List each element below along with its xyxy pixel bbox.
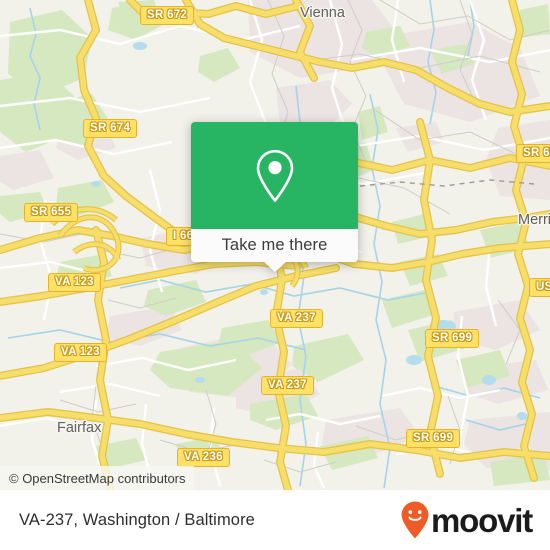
road-shield[interactable]: VA 123 <box>54 343 107 362</box>
moovit-smiley-pin-icon <box>401 501 429 539</box>
road-shield[interactable]: US <box>529 278 550 297</box>
road-shield[interactable]: SR 674 <box>83 119 138 138</box>
page-title: VA-237, Washington / Baltimore <box>19 510 255 529</box>
callout-pointer <box>263 261 287 272</box>
road-shield[interactable]: VA 237 <box>270 309 323 328</box>
road-shield[interactable]: SR 672 <box>140 6 195 25</box>
take-me-there-label: Take me there <box>221 236 328 254</box>
place-label-merrifield: Merri <box>518 212 550 228</box>
road-shield[interactable]: VA 123 <box>48 273 101 292</box>
callout-action[interactable]: Take me there <box>191 229 358 262</box>
moovit-brand[interactable]: moovit <box>400 500 533 540</box>
map-attribution: © OpenStreetMap contributors <box>0 466 194 490</box>
moovit-wordmark: moovit <box>431 501 533 539</box>
place-label-vienna: Vienna <box>300 5 345 21</box>
road-shield[interactable]: SR 699 <box>406 429 461 448</box>
attribution-text: © OpenStreetMap contributors <box>9 470 186 486</box>
callout-header <box>191 122 358 229</box>
map-pin-icon <box>256 149 293 202</box>
place-label-fairfax: Fairfax <box>57 420 102 436</box>
map-canvas[interactable]: SR 672 SR 674 SR 655 I 66 VA 123 VA 123 … <box>0 0 550 490</box>
callout-body: Take me there <box>191 122 358 262</box>
road-shield[interactable]: VA 237 <box>261 376 314 395</box>
road-shield[interactable]: VA 236 <box>177 448 230 467</box>
moovit-map-screenshot: SR 672 SR 674 SR 655 I 66 VA 123 VA 123 … <box>0 0 550 550</box>
road-shield[interactable]: SR 699 <box>425 329 480 348</box>
road-shield[interactable]: SR 65 <box>516 144 550 163</box>
road-shield[interactable]: SR 655 <box>24 203 79 222</box>
location-callout-card[interactable]: Take me there <box>191 122 358 272</box>
footer-bar: VA-237, Washington / Baltimore moovit <box>0 490 550 550</box>
